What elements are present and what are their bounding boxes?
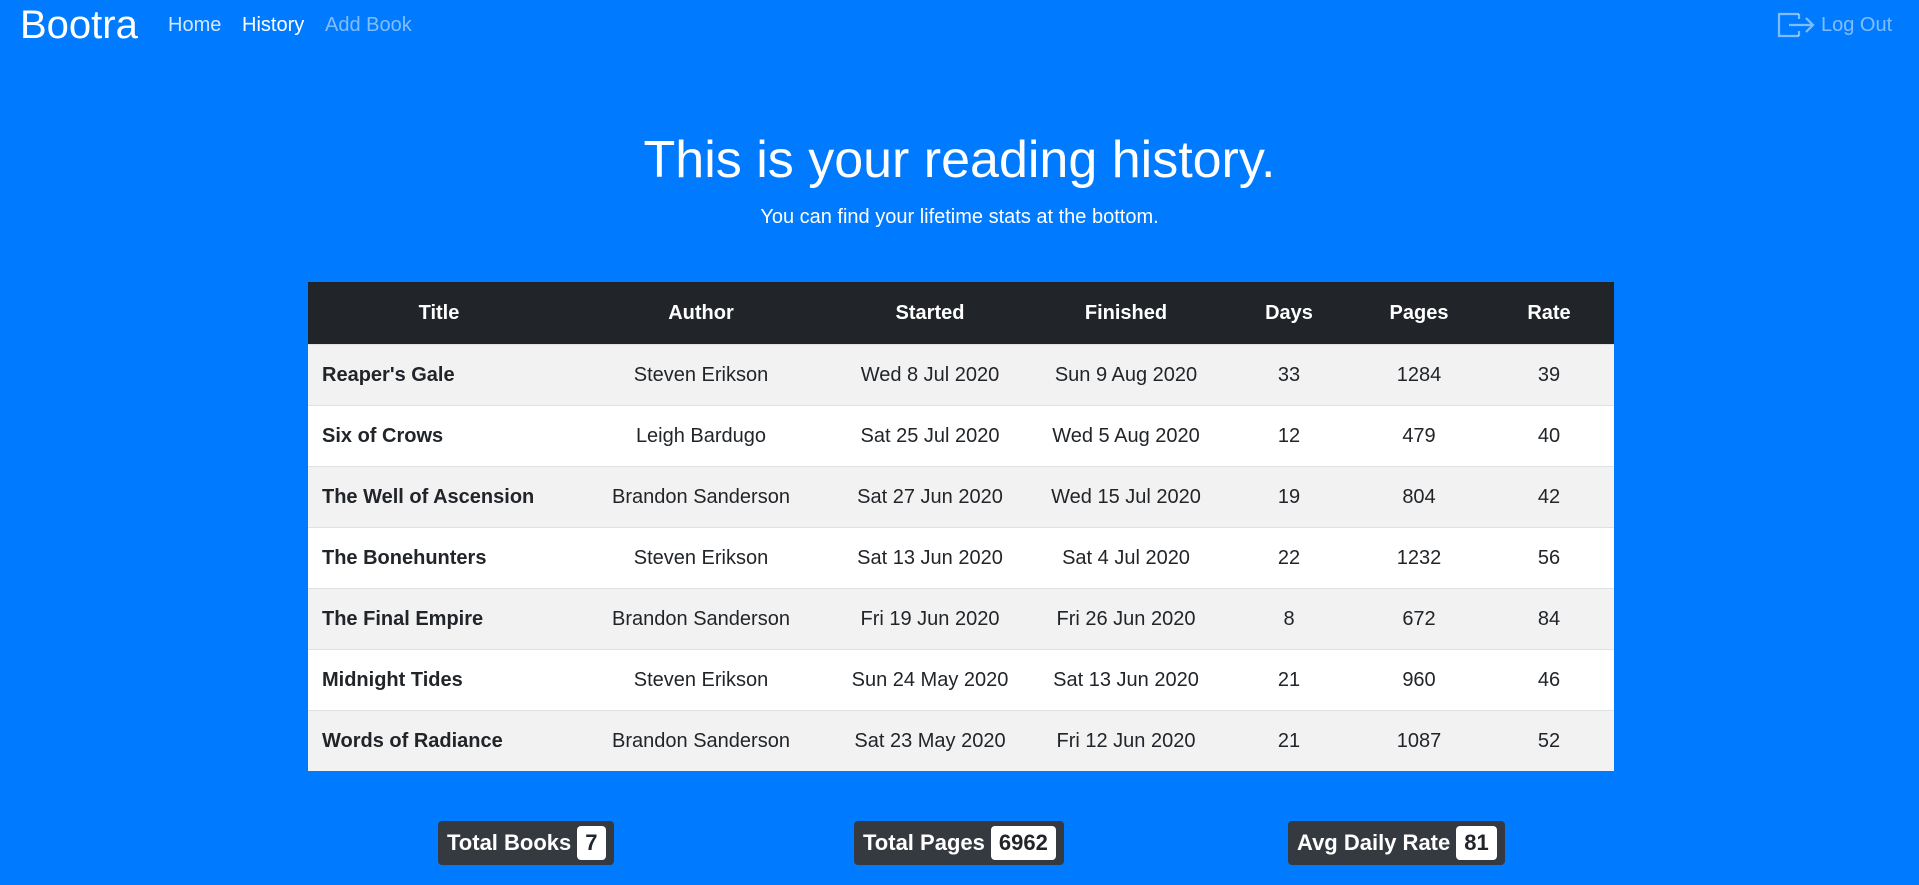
cell-days: 12 bbox=[1224, 405, 1354, 467]
cell-finished: Fri 26 Jun 2020 bbox=[1028, 588, 1224, 650]
cell-pages: 1087 bbox=[1354, 710, 1484, 771]
logout-button[interactable]: Log Out bbox=[1775, 8, 1892, 42]
cell-rate: 84 bbox=[1484, 588, 1614, 650]
cell-title: Reaper's Gale bbox=[308, 344, 570, 406]
column-rate: Rate bbox=[1484, 282, 1614, 345]
cell-pages: 804 bbox=[1354, 466, 1484, 528]
navbar: Bootra Home History Add Book Log Out bbox=[0, 0, 1919, 50]
table-row: Six of Crows Leigh Bardugo Sat 25 Jul 20… bbox=[308, 405, 1614, 467]
table-row: Reaper's Gale Steven Erikson Wed 8 Jul 2… bbox=[308, 344, 1614, 406]
column-author: Author bbox=[570, 282, 832, 345]
cell-pages: 1284 bbox=[1354, 344, 1484, 406]
cell-title: The Final Empire bbox=[308, 588, 570, 650]
table-row: The Final Empire Brandon Sanderson Fri 1… bbox=[308, 588, 1614, 650]
cell-days: 8 bbox=[1224, 588, 1354, 650]
cell-title: Midnight Tides bbox=[308, 649, 570, 711]
cell-days: 22 bbox=[1224, 527, 1354, 589]
cell-rate: 42 bbox=[1484, 466, 1614, 528]
avg-daily-rate-badge: 81 bbox=[1456, 826, 1497, 860]
column-pages: Pages bbox=[1354, 282, 1484, 345]
page-title: This is your reading history. bbox=[643, 131, 1276, 189]
cell-author: Brandon Sanderson bbox=[570, 710, 832, 771]
cell-rate: 39 bbox=[1484, 344, 1614, 406]
cell-title: Words of Radiance bbox=[308, 710, 570, 771]
cell-finished: Wed 15 Jul 2020 bbox=[1028, 466, 1224, 528]
cell-finished: Sat 13 Jun 2020 bbox=[1028, 649, 1224, 711]
cell-title: The Well of Ascension bbox=[308, 466, 570, 528]
cell-title: The Bonehunters bbox=[308, 527, 570, 589]
cell-pages: 960 bbox=[1354, 649, 1484, 711]
table-header: Title Author Started Finished Days Pages… bbox=[308, 282, 1614, 345]
cell-author: Leigh Bardugo bbox=[570, 405, 832, 467]
total-pages-stat: Total Pages 6962 bbox=[854, 821, 1064, 865]
reading-history-table: Title Author Started Finished Days Pages… bbox=[308, 282, 1614, 771]
logout-label: Log Out bbox=[1821, 13, 1893, 36]
nav-add-book-link[interactable]: Add Book bbox=[325, 13, 412, 37]
page-subtitle: You can find your lifetime stats at the … bbox=[760, 206, 1159, 228]
cell-days: 19 bbox=[1224, 466, 1354, 528]
cell-title: Six of Crows bbox=[308, 405, 570, 467]
brand-logo[interactable]: Bootra bbox=[20, 0, 138, 50]
avg-daily-rate-stat: Avg Daily Rate 81 bbox=[1288, 821, 1505, 865]
cell-author: Steven Erikson bbox=[570, 344, 832, 406]
cell-finished: Wed 5 Aug 2020 bbox=[1028, 405, 1224, 467]
cell-started: Sat 13 Jun 2020 bbox=[832, 527, 1028, 589]
cell-finished: Fri 12 Jun 2020 bbox=[1028, 710, 1224, 771]
cell-author: Brandon Sanderson bbox=[570, 466, 832, 528]
total-pages-badge: 6962 bbox=[990, 826, 1056, 860]
cell-rate: 46 bbox=[1484, 649, 1614, 711]
column-finished: Finished bbox=[1028, 282, 1224, 345]
table-row: The Bonehunters Steven Erikson Sat 13 Ju… bbox=[308, 527, 1614, 589]
nav-home-link[interactable]: Home bbox=[168, 13, 221, 37]
cell-started: Sat 25 Jul 2020 bbox=[832, 405, 1028, 467]
cell-finished: Sun 9 Aug 2020 bbox=[1028, 344, 1224, 406]
column-days: Days bbox=[1224, 282, 1354, 345]
cell-author: Steven Erikson bbox=[570, 649, 832, 711]
table-row: The Well of Ascension Brandon Sanderson … bbox=[308, 466, 1614, 528]
total-books-badge: 7 bbox=[577, 826, 606, 860]
cell-rate: 56 bbox=[1484, 527, 1614, 589]
avg-daily-rate-label: Avg Daily Rate bbox=[1297, 830, 1451, 855]
cell-rate: 40 bbox=[1484, 405, 1614, 467]
cell-started: Sat 23 May 2020 bbox=[832, 710, 1028, 771]
cell-started: Fri 19 Jun 2020 bbox=[832, 588, 1028, 650]
cell-author: Steven Erikson bbox=[570, 527, 832, 589]
cell-days: 21 bbox=[1224, 710, 1354, 771]
cell-started: Sat 27 Jun 2020 bbox=[832, 466, 1028, 528]
nav-history-link[interactable]: History bbox=[242, 13, 304, 37]
table-body: Reaper's Gale Steven Erikson Wed 8 Jul 2… bbox=[308, 344, 1614, 771]
cell-days: 21 bbox=[1224, 649, 1354, 711]
cell-pages: 1232 bbox=[1354, 527, 1484, 589]
cell-started: Wed 8 Jul 2020 bbox=[832, 344, 1028, 406]
cell-finished: Sat 4 Jul 2020 bbox=[1028, 527, 1224, 589]
total-books-label: Total Books bbox=[447, 830, 572, 855]
total-pages-label: Total Pages bbox=[863, 830, 985, 855]
table-row: Words of Radiance Brandon Sanderson Sat … bbox=[308, 710, 1614, 771]
box-arrow-right-icon bbox=[1777, 12, 1815, 38]
column-title: Title bbox=[308, 282, 570, 345]
cell-rate: 52 bbox=[1484, 710, 1614, 771]
cell-started: Sun 24 May 2020 bbox=[832, 649, 1028, 711]
cell-days: 33 bbox=[1224, 344, 1354, 406]
total-books-stat: Total Books 7 bbox=[438, 821, 614, 865]
cell-author: Brandon Sanderson bbox=[570, 588, 832, 650]
column-started: Started bbox=[832, 282, 1028, 345]
table-row: Midnight Tides Steven Erikson Sun 24 May… bbox=[308, 649, 1614, 711]
cell-pages: 479 bbox=[1354, 405, 1484, 467]
cell-pages: 672 bbox=[1354, 588, 1484, 650]
